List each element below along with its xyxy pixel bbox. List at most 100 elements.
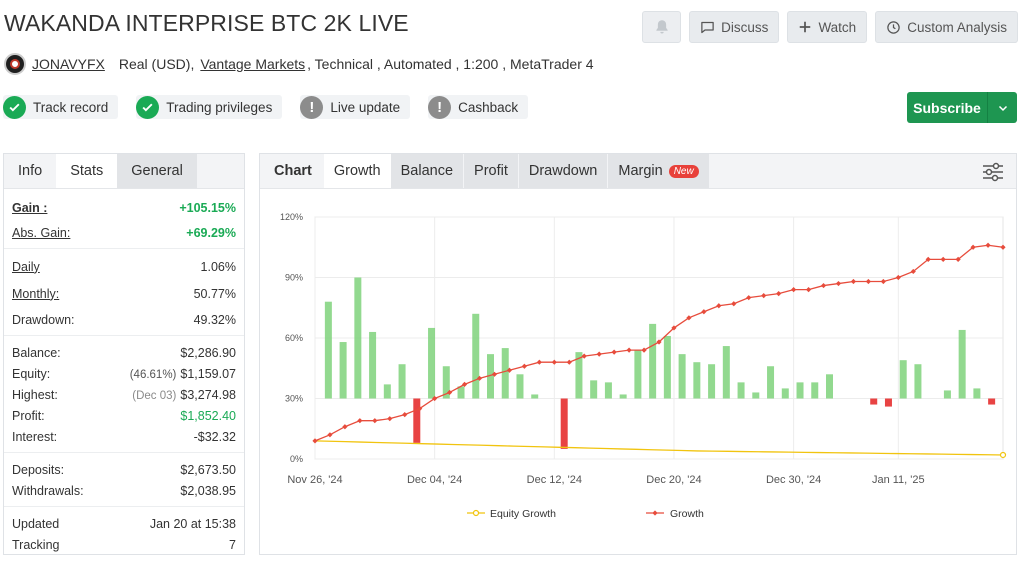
subscribe-dropdown[interactable] (987, 92, 1017, 123)
gain-bar (811, 382, 819, 399)
x-tick-label: Dec 20, '24 (646, 474, 701, 486)
badge-label: Live update (330, 99, 401, 115)
top-actions: Discuss Watch Custom Analysis (642, 11, 1018, 43)
deposit-group: Deposits: $2,673.50 Withdrawals: $2,038.95 (4, 453, 244, 507)
badge-track-record[interactable]: Track record (3, 95, 119, 119)
y-tick-label: 90% (285, 273, 303, 283)
badge-label: Trading privileges (166, 99, 273, 115)
gain-bar (339, 342, 347, 399)
x-tick-label: Jan 11, '25 (872, 474, 925, 486)
stats-panel: Info Stats General Gain : +105.15% Abs. G… (3, 153, 245, 555)
tab-drawdown[interactable]: Drawdown (518, 154, 609, 188)
new-badge: New (668, 164, 699, 178)
chart-settings-icon[interactable] (982, 162, 1004, 182)
discuss-label: Discuss (721, 19, 769, 35)
tab-growth[interactable]: Growth (323, 154, 391, 188)
custom-analysis-label: Custom Analysis (907, 19, 1007, 35)
discuss-button[interactable]: Discuss (689, 11, 780, 43)
tab-balance[interactable]: Balance (390, 154, 465, 188)
watch-label: Watch (818, 19, 857, 35)
tab-profit[interactable]: Profit (464, 154, 519, 188)
x-tick-label: Dec 30, '24 (766, 474, 821, 486)
account-type: Real (USD), (118, 56, 195, 72)
gain-bar (781, 388, 789, 399)
account-details: , Technical , Automated , 1:200 , MetaTr… (307, 56, 594, 72)
tab-info[interactable]: Info (4, 154, 56, 188)
chart-tabs: Chart Growth Balance Profit Drawdown Mar… (260, 154, 1016, 189)
gain-bar (826, 374, 833, 399)
x-tick-label: Dec 04, '24 (407, 474, 462, 486)
page-title: WAKANDA INTERPRISE BTC 2K LIVE (4, 10, 409, 36)
gain-bar (943, 390, 951, 399)
gain-bar (604, 382, 612, 399)
stat-monthly: Monthly: 50.77% (12, 286, 236, 301)
legend-growth-marker (652, 510, 658, 516)
gain-bar (619, 394, 627, 399)
tab-general[interactable]: General (117, 154, 197, 188)
gain-bar (428, 327, 436, 399)
stat-interest: Interest: -$32.32 (12, 429, 236, 444)
stat-drawdown: Drawdown: 49.32% (12, 312, 236, 327)
x-tick-label: Nov 26, '24 (287, 474, 342, 486)
check-icon (136, 95, 160, 119)
gain-bar (472, 313, 480, 399)
broker-link[interactable]: Vantage Markets (200, 56, 305, 72)
chart-panel: Chart Growth Balance Profit Drawdown Mar… (259, 153, 1017, 555)
growth-chart: 0% 30% 60% 90% 120% Nov 26, '24 Dec 04, '24 Dec… (280, 212, 1007, 520)
money-group: Balance: $2,286.90 Equity: (46.61%) $1,159.… (4, 336, 244, 453)
loss-bar (560, 398, 568, 449)
badge-live-update[interactable]: ! Live update (300, 95, 411, 119)
gain-bar (752, 392, 760, 399)
stat-daily: Daily 1.06% (12, 259, 236, 274)
stat-balance: Balance: $2,286.90 (12, 345, 236, 360)
loss-bar (413, 398, 421, 443)
gain-bar (590, 380, 598, 399)
stat-deposits: Deposits: $2,673.50 (12, 462, 236, 477)
y-tick-label: 120% (280, 212, 303, 222)
notify-button[interactable] (642, 11, 682, 43)
gain-bar (899, 360, 907, 399)
exclamation-icon: ! (428, 95, 452, 119)
tab-margin-label: Margin (618, 163, 663, 179)
check-icon (3, 95, 26, 119)
legend-growth-label: Growth (670, 508, 704, 520)
stat-profit: Profit: $1,852.40 (12, 408, 236, 423)
stat-highest: Highest: (Dec 03) $3,274.98 (12, 387, 236, 402)
watch-button[interactable]: Watch (787, 11, 868, 43)
gain-bar (708, 364, 716, 399)
legend-equity-marker (472, 509, 480, 517)
tab-stats[interactable]: Stats (56, 154, 118, 188)
gain-bar (531, 394, 539, 399)
stats-tabs: Info Stats General (4, 154, 244, 189)
gain-bar (914, 364, 922, 399)
badge-label: Track record (33, 99, 109, 115)
gain-bar (369, 331, 377, 399)
tab-margin[interactable]: Margin New (608, 154, 710, 188)
loss-bar (870, 398, 878, 405)
user-link[interactable]: JONAVYFX (32, 56, 105, 72)
gain-bar (324, 301, 332, 399)
rate-group: Daily 1.06% Monthly: 50.77% Drawdown: 49.32… (4, 249, 244, 336)
badge-label: Cashback (458, 99, 519, 115)
gain-bar (649, 323, 657, 399)
avatar[interactable] (4, 53, 26, 75)
bell-icon (656, 20, 668, 34)
stat-withdrawals: Withdrawals: $2,038.95 (12, 483, 236, 498)
legend-equity-label: Equity Growth (490, 508, 556, 520)
gain-bar (501, 348, 509, 399)
y-tick-label: 30% (285, 394, 303, 404)
gain-bar (693, 362, 701, 399)
custom-analysis-button[interactable]: Custom Analysis (875, 11, 1018, 43)
subscribe-button[interactable]: Subscribe (907, 92, 1017, 123)
tab-chart: Chart (274, 163, 312, 179)
account-info: JONAVYFX Real (USD), Vantage Markets , T… (4, 53, 594, 75)
stat-equity: Equity: (46.61%) $1,159.07 (12, 366, 236, 381)
verification-badges: Track record Trading privileges ! Live u… (3, 95, 529, 119)
gain-bar (958, 329, 966, 399)
badge-trading-privileges[interactable]: Trading privileges (136, 95, 283, 119)
chat-bubble-icon (701, 21, 714, 33)
badge-cashback[interactable]: ! Cashback (428, 95, 529, 119)
gain-bar (796, 382, 804, 399)
stat-abs-gain: Abs. Gain: +69.29% (12, 225, 236, 240)
meta-group: Updated Jan 20 at 15:38 Tracking 7 (4, 507, 244, 560)
